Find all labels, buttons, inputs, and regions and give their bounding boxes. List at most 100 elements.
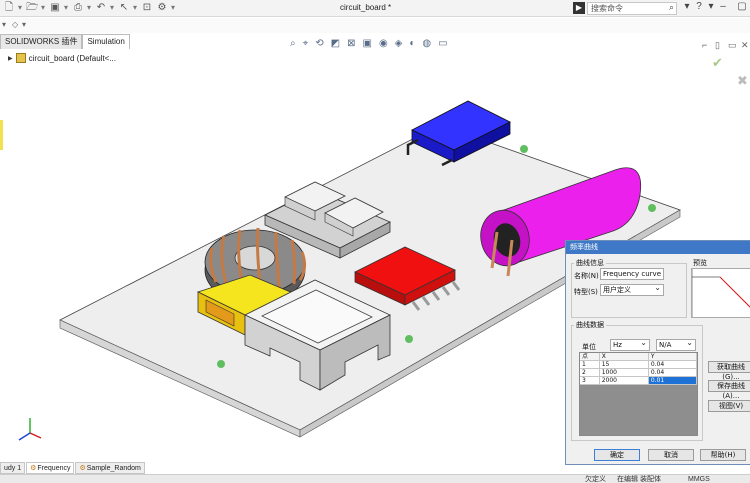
axis-triad	[18, 418, 42, 441]
curve-type-value: 用户定义	[603, 286, 631, 294]
cancel-x-icon[interactable]: ✖	[737, 73, 748, 89]
options-gear-icon[interactable]: ⚙	[156, 2, 168, 14]
unit-x-value: Hz	[613, 341, 622, 349]
curve-data-label: 曲线数据	[574, 320, 606, 330]
save-icon[interactable]: ▣	[49, 2, 61, 14]
zoom-to-fit-icon[interactable]: ⌕	[290, 38, 296, 50]
select-dropdown-icon[interactable]: ▾	[133, 2, 138, 14]
panel-edge-highlight	[0, 120, 3, 150]
scene-icon[interactable]: ◍	[422, 38, 431, 50]
tab-frequency-label: Frequency	[37, 465, 71, 472]
header-y: Y	[648, 353, 697, 361]
view-button[interactable]: 视图(V)	[708, 400, 750, 412]
toolbar-tool-icon[interactable]: ◇	[12, 20, 18, 29]
cell-y[interactable]: 0.04	[648, 361, 697, 369]
doc-close-icon[interactable]: ✕	[741, 40, 749, 51]
zoom-area-icon[interactable]: ⌖	[303, 38, 309, 50]
tab-sample-random[interactable]: ⚙Sample_Random	[75, 462, 145, 474]
cell-y-selected[interactable]: 0.01	[648, 377, 697, 385]
curve-info-label: 曲线信息	[574, 258, 606, 268]
cancel-button[interactable]: 取消	[648, 449, 694, 461]
cell-point: 2	[580, 369, 600, 377]
save-curve-button[interactable]: 保存曲线(A)...	[708, 380, 750, 400]
tab-study-1[interactable]: udy 1	[0, 462, 26, 474]
table-header: 点 X Y	[580, 353, 697, 361]
tab-simulation[interactable]: Simulation	[82, 34, 130, 49]
unit-label: 单位	[582, 343, 596, 351]
help-button[interactable]: 帮助(H)	[700, 449, 746, 461]
dialog-title: 频率曲线	[566, 241, 750, 254]
undo-dropdown-icon[interactable]: ▾	[110, 2, 115, 14]
status-edit-mode: 在编辑 装配体	[617, 476, 661, 483]
expand-arrow-icon[interactable]: ▶	[8, 55, 13, 62]
search-commands-input[interactable]: 搜索命令	[587, 2, 677, 15]
search-scope-icon[interactable]: ▶	[573, 2, 585, 14]
title-bar: 🗋 ▾ 🗁 ▾ ▣ ▾ ⎙ ▾ ↶ ▾ ↖ ▾ ⊡ ⚙ ▾ circuit_bo…	[0, 0, 750, 17]
get-curve-button[interactable]: 获取曲线(G)...	[708, 361, 750, 381]
unit-x-select[interactable]: Hz	[610, 338, 650, 351]
restore-icon[interactable]: ▢	[735, 1, 749, 12]
ok-button[interactable]: 确定	[594, 449, 640, 461]
header-x: X	[599, 353, 649, 361]
name-label: 名称(N)	[574, 272, 599, 280]
new-dropdown-icon[interactable]: ▾	[18, 2, 23, 14]
previous-view-icon[interactable]: ⟲	[315, 38, 323, 50]
unit-y-value: N/A	[659, 341, 672, 349]
tab-frequency[interactable]: ⚙Frequency	[26, 462, 75, 474]
doc-restore-icon[interactable]: ▯	[715, 40, 720, 51]
doc-minimize-icon[interactable]: ⌐	[702, 40, 707, 50]
feature-tree-root[interactable]: ▶ circuit_board (Default<...	[8, 53, 116, 63]
minimize-icon[interactable]: –	[716, 1, 730, 12]
cell-x[interactable]: 1000	[599, 369, 649, 377]
dynamic-annotation-icon[interactable]: ⊠	[347, 38, 355, 50]
cell-y[interactable]: 0.04	[648, 369, 697, 377]
quick-access-toolbar: 🗋 ▾ 🗁 ▾ ▣ ▾ ⎙ ▾ ↶ ▾ ↖ ▾ ⊡ ⚙ ▾	[3, 2, 176, 14]
open-dropdown-icon[interactable]: ▾	[41, 2, 46, 14]
section-view-icon[interactable]: ◩	[331, 38, 340, 50]
display-style-icon[interactable]: ◉	[379, 38, 388, 50]
preview-label: 预览	[691, 258, 709, 268]
status-definition: 欠定义	[585, 476, 606, 483]
tab-solidworks-addins[interactable]: SOLIDWORKS 插件	[0, 34, 83, 49]
preview-plot	[692, 269, 750, 317]
new-document-icon[interactable]: 🗋	[3, 2, 15, 14]
edit-appearance-icon[interactable]: ◐	[409, 38, 415, 50]
tab-sample-random-label: Sample_Random	[86, 465, 141, 472]
frequency-study-icon: ⚙	[30, 465, 37, 472]
table-row[interactable]: 1 15 0.04	[580, 361, 697, 369]
status-units[interactable]: MMGS	[688, 475, 710, 483]
save-dropdown-icon[interactable]: ▾	[64, 2, 69, 14]
print-icon[interactable]: ⎙	[72, 2, 84, 14]
cell-x[interactable]: 15	[599, 361, 649, 369]
cell-point: 1	[580, 361, 600, 369]
confirm-check-icon[interactable]: ✔	[712, 55, 723, 71]
select-cursor-icon[interactable]: ↖	[118, 2, 130, 14]
doc-maximize-icon[interactable]: ▭	[728, 40, 737, 51]
tree-root-label: circuit_board (Default<...	[28, 53, 116, 63]
curve-data-table[interactable]: 点 X Y 1 15 0.04 2 1000 0.04 3 2000 0.01	[579, 352, 698, 436]
undo-icon[interactable]: ↶	[95, 2, 107, 14]
rebuild-icon[interactable]: ⊡	[141, 2, 153, 14]
heads-up-view-toolbar: ⌕ ⌖ ⟲ ◩ ⊠ ▣ ◉ ◈ ◐ ◍ ▭	[290, 38, 448, 50]
table-row[interactable]: 2 1000 0.04	[580, 369, 697, 377]
toolbar-overflow-icon[interactable]: ▾	[2, 20, 6, 29]
print-dropdown-icon[interactable]: ▾	[87, 2, 92, 14]
options-dropdown-icon[interactable]: ▾	[171, 2, 176, 14]
study-tabs: udy 1 ⚙Frequency ⚙Sample_Random	[0, 462, 145, 474]
search-icon[interactable]: ⌕	[669, 2, 674, 13]
table-row[interactable]: 3 2000 0.01	[580, 377, 697, 385]
cell-x[interactable]: 2000	[599, 377, 649, 385]
curve-name-input[interactable]: Frequency curve	[600, 268, 664, 280]
type-label: 特型(S)	[574, 288, 598, 296]
open-folder-icon[interactable]: 🗁	[26, 2, 38, 14]
view-settings-icon[interactable]: ▭	[438, 38, 447, 50]
curve-type-select[interactable]: 用户定义	[600, 283, 664, 296]
document-title: circuit_board *	[340, 3, 392, 12]
toolbar-tool2-icon[interactable]: ▾	[22, 20, 26, 29]
unit-y-select[interactable]: N/A	[656, 338, 696, 351]
command-manager-row: ▾ ◇ ▾	[0, 18, 750, 33]
view-orientation-icon[interactable]: ▣	[362, 38, 371, 50]
random-study-icon: ⚙	[79, 465, 86, 472]
hide-show-icon[interactable]: ◈	[395, 38, 403, 50]
assembly-icon	[15, 53, 26, 63]
